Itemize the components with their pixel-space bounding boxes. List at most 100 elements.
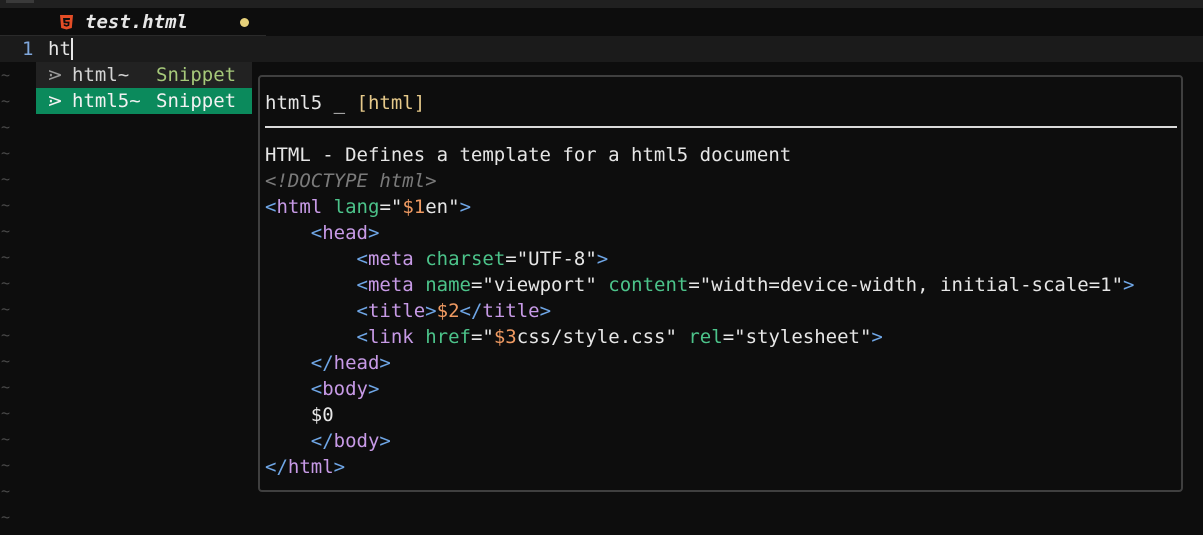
code-token: name xyxy=(425,274,471,296)
code-token: > xyxy=(871,326,883,348)
code-token: > xyxy=(425,300,437,322)
window-top-bar xyxy=(0,0,1203,8)
doc-snippet-name: html5 _ xyxy=(265,92,357,114)
code-line: </head> xyxy=(265,350,1134,376)
code-token: > xyxy=(367,222,380,244)
empty-line-marker: ~ xyxy=(1,430,11,448)
code-token: "UTF-8" xyxy=(516,248,597,270)
empty-line-markers: ~ ~ ~ ~ ~ ~ ~ ~ ~ ~ ~ ~ ~ ~ ~ ~ ~ ~ xyxy=(0,62,20,530)
code-token: css/style.css" xyxy=(516,326,677,348)
code-token: $2 xyxy=(436,300,460,322)
snippet-documentation-popup: html5 _ [html] HTML - Defines a template… xyxy=(258,75,1183,492)
code-token: = xyxy=(470,326,483,348)
completion-item-label: html~ xyxy=(72,64,130,86)
code-token: href xyxy=(425,326,471,348)
code-token: title xyxy=(367,300,426,322)
snippet-icon: ⋗ xyxy=(47,64,63,86)
doc-code-preview: <!DOCTYPE html> <html lang="$1en"> <head>… xyxy=(265,168,1134,480)
doc-description: HTML - Defines a template for a html5 do… xyxy=(265,144,792,166)
code-line: <meta name="viewport" content="width=dev… xyxy=(265,272,1135,298)
doc-divider xyxy=(265,126,1177,128)
empty-line-marker: ~ xyxy=(1,482,11,500)
code-token: $1 xyxy=(402,196,426,218)
code-token: $3 xyxy=(493,326,517,348)
code-token: = xyxy=(470,274,483,296)
completion-item[interactable]: ⋗ html5~ Snippet xyxy=(36,88,252,114)
code-token: = xyxy=(379,196,391,218)
code-token: > xyxy=(459,196,472,218)
code-token: < xyxy=(310,222,323,244)
empty-line-marker: ~ xyxy=(1,222,11,240)
code-token: </ xyxy=(310,352,334,374)
empty-line-marker: ~ xyxy=(1,248,11,266)
empty-line-marker: ~ xyxy=(1,404,11,422)
tab-filename: test.html xyxy=(85,11,188,33)
code-line: <body> xyxy=(265,376,1134,402)
empty-line-marker: ~ xyxy=(1,326,11,344)
code-token: html xyxy=(276,196,323,218)
code-token: title xyxy=(482,300,540,322)
code-token: meta xyxy=(367,274,414,296)
code-token: < xyxy=(356,300,368,322)
doc-header: html5 _ [html] xyxy=(265,90,425,116)
code-token: > xyxy=(1123,274,1135,296)
code-token: <!DOCTYPE html> xyxy=(265,170,437,192)
code-token: body xyxy=(322,378,368,400)
code-token: > xyxy=(333,456,346,478)
code-token: "stylesheet" xyxy=(734,326,872,348)
code-token: > xyxy=(596,248,609,270)
empty-line-marker: ~ xyxy=(1,66,11,84)
empty-line-marker: ~ xyxy=(1,456,11,474)
code-token: < xyxy=(356,248,368,270)
empty-line-marker: ~ xyxy=(1,170,11,188)
empty-line-marker: ~ xyxy=(1,352,11,370)
code-token: $0 xyxy=(310,404,334,426)
code-token: > xyxy=(379,430,391,452)
code-line: <html lang="$1en"> xyxy=(265,194,1134,220)
code-token: < xyxy=(265,196,277,218)
code-line: <title>$2</title> xyxy=(265,298,1134,324)
code-token: = xyxy=(722,326,735,348)
code-token: > xyxy=(379,352,391,374)
editor-line-text[interactable]: ht xyxy=(48,36,71,62)
snippet-icon: ⋗ xyxy=(47,90,63,112)
code-line: <meta charset="UTF-8"> xyxy=(265,246,1134,272)
code-token: > xyxy=(367,378,380,400)
empty-line-marker: ~ xyxy=(1,92,11,110)
empty-line-marker: ~ xyxy=(1,274,11,292)
tab-line: test.html xyxy=(0,8,1203,36)
code-line: $0 xyxy=(265,402,1134,428)
code-token: body xyxy=(333,430,380,452)
empty-line-marker: ~ xyxy=(1,508,11,526)
code-token: " xyxy=(482,326,494,348)
code-line: </body> xyxy=(265,428,1134,454)
line-number: 1 xyxy=(22,38,34,60)
completion-item-label: html5~ xyxy=(72,90,141,112)
code-token: en" xyxy=(425,196,460,218)
code-token: head xyxy=(322,222,368,244)
code-token: < xyxy=(310,378,323,400)
empty-line-marker: ~ xyxy=(1,144,11,162)
completion-item[interactable]: ⋗ html~ Snippet xyxy=(36,62,252,88)
tab-test-html[interactable]: test.html xyxy=(0,8,266,36)
code-token: content xyxy=(608,274,689,296)
code-token: meta xyxy=(367,248,414,270)
completion-menu[interactable]: ⋗ html~ Snippet ⋗ html5~ Snippet xyxy=(36,62,252,114)
completion-item-kind: Snippet xyxy=(156,64,237,86)
code-token: </ xyxy=(459,300,483,322)
code-token: " xyxy=(390,196,403,218)
code-token: < xyxy=(356,326,368,348)
empty-line-marker: ~ xyxy=(1,300,11,318)
code-token: link xyxy=(367,326,414,348)
